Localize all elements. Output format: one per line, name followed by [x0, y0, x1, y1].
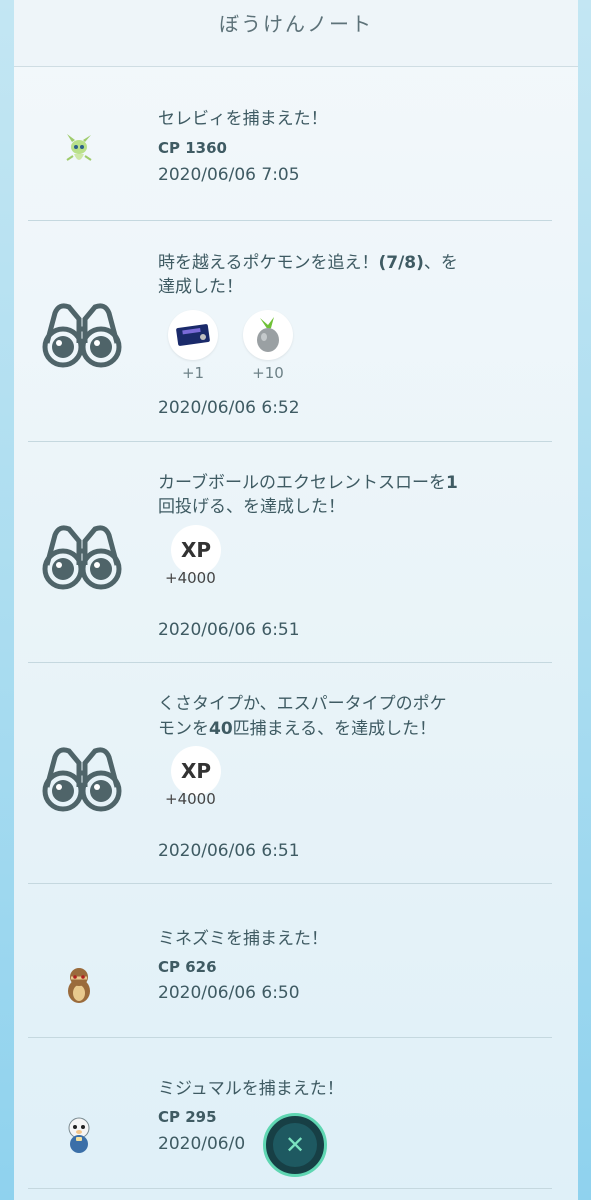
cp-value: CP 1360 [158, 139, 227, 157]
entry-title: ミネズミを捕まえた！ [158, 929, 328, 949]
reward-count: +1 [181, 364, 205, 382]
divider [28, 1037, 552, 1038]
tm-item-icon [168, 310, 218, 360]
entry-date: 2020/06/06 7:05 [158, 165, 300, 185]
xp-count: +4000 [165, 790, 216, 808]
divider [28, 220, 552, 221]
entry-date: 2020/06/06 6:51 [158, 620, 300, 640]
entry-title: くさタイプか、エスパータイプのポケ [158, 694, 447, 714]
divider [28, 1188, 552, 1189]
reward-count: +10 [252, 364, 284, 382]
binoculars-icon [38, 296, 126, 376]
journal-header: ぼうけんノート [14, 0, 578, 67]
cp-value: CP 295 [158, 1108, 217, 1126]
xp-icon: XP [171, 746, 221, 796]
close-button[interactable]: ✕ [263, 1113, 327, 1177]
entry-date: 2020/06/06 6:52 [158, 398, 300, 418]
binoculars-icon [38, 518, 126, 598]
entry-title: ミジュマルを捕まえた！ [158, 1079, 344, 1099]
patrat-sprite-icon [54, 960, 104, 1010]
reward-berry: +10 [243, 310, 293, 382]
close-icon: ✕ [273, 1123, 317, 1167]
cp-value: CP 626 [158, 958, 217, 976]
divider [28, 441, 552, 442]
entry-title: セレビィを捕まえた！ [158, 109, 328, 129]
entry-title-line2: 達成した！ [158, 277, 243, 297]
reward-tm: +1 [168, 310, 218, 382]
divider [28, 883, 552, 884]
page-title: ぼうけんノート [219, 12, 373, 36]
xp-count: +4000 [165, 569, 216, 587]
xp-icon: XP [171, 525, 221, 575]
celebi-sprite-icon [54, 125, 104, 175]
journal-panel: ぼうけんノート セレビィを捕まえた！ CP 1360 2020/06/06 7:… [14, 0, 578, 1200]
entry-title-line2: 回投げる、を達成した！ [158, 497, 345, 517]
oshawott-sprite-icon [54, 1110, 104, 1160]
entry-date: 2020/06/0 [158, 1134, 246, 1154]
entry-title-line2: モンを40匹捕まえる、を達成した！ [158, 719, 437, 739]
entry-date: 2020/06/06 6:50 [158, 983, 300, 1003]
entry-title: 時を越えるポケモンを追え！(7/8)、を [158, 253, 458, 273]
pinap-berry-icon [243, 310, 293, 360]
divider [28, 662, 552, 663]
entry-title: カーブボールのエクセレントスローを1 [158, 473, 458, 493]
binoculars-icon [38, 740, 126, 820]
entry-date: 2020/06/06 6:51 [158, 841, 300, 861]
